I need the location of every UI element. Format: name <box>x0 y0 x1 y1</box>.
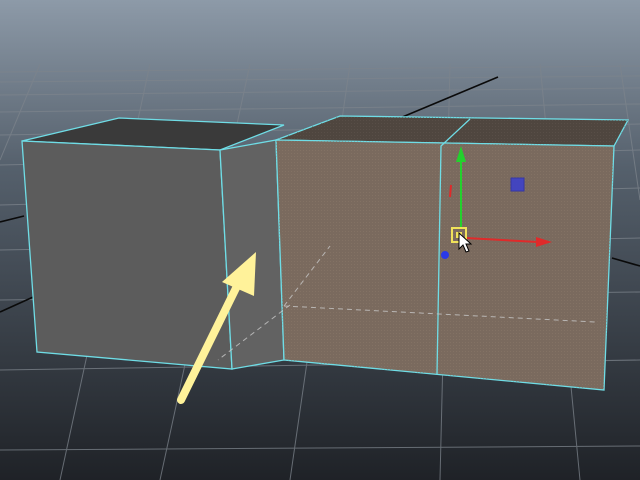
left-cube[interactable] <box>21 117 285 370</box>
left-cube-front-face <box>21 140 233 370</box>
plane-handle-icon[interactable] <box>510 177 525 192</box>
viewport-canvas[interactable] <box>0 0 640 480</box>
z-axis-handle[interactable] <box>441 251 449 259</box>
3d-viewport[interactable] <box>0 0 640 480</box>
selected-cube-front-face-texture <box>276 140 614 390</box>
x-axis-tick <box>449 184 452 198</box>
